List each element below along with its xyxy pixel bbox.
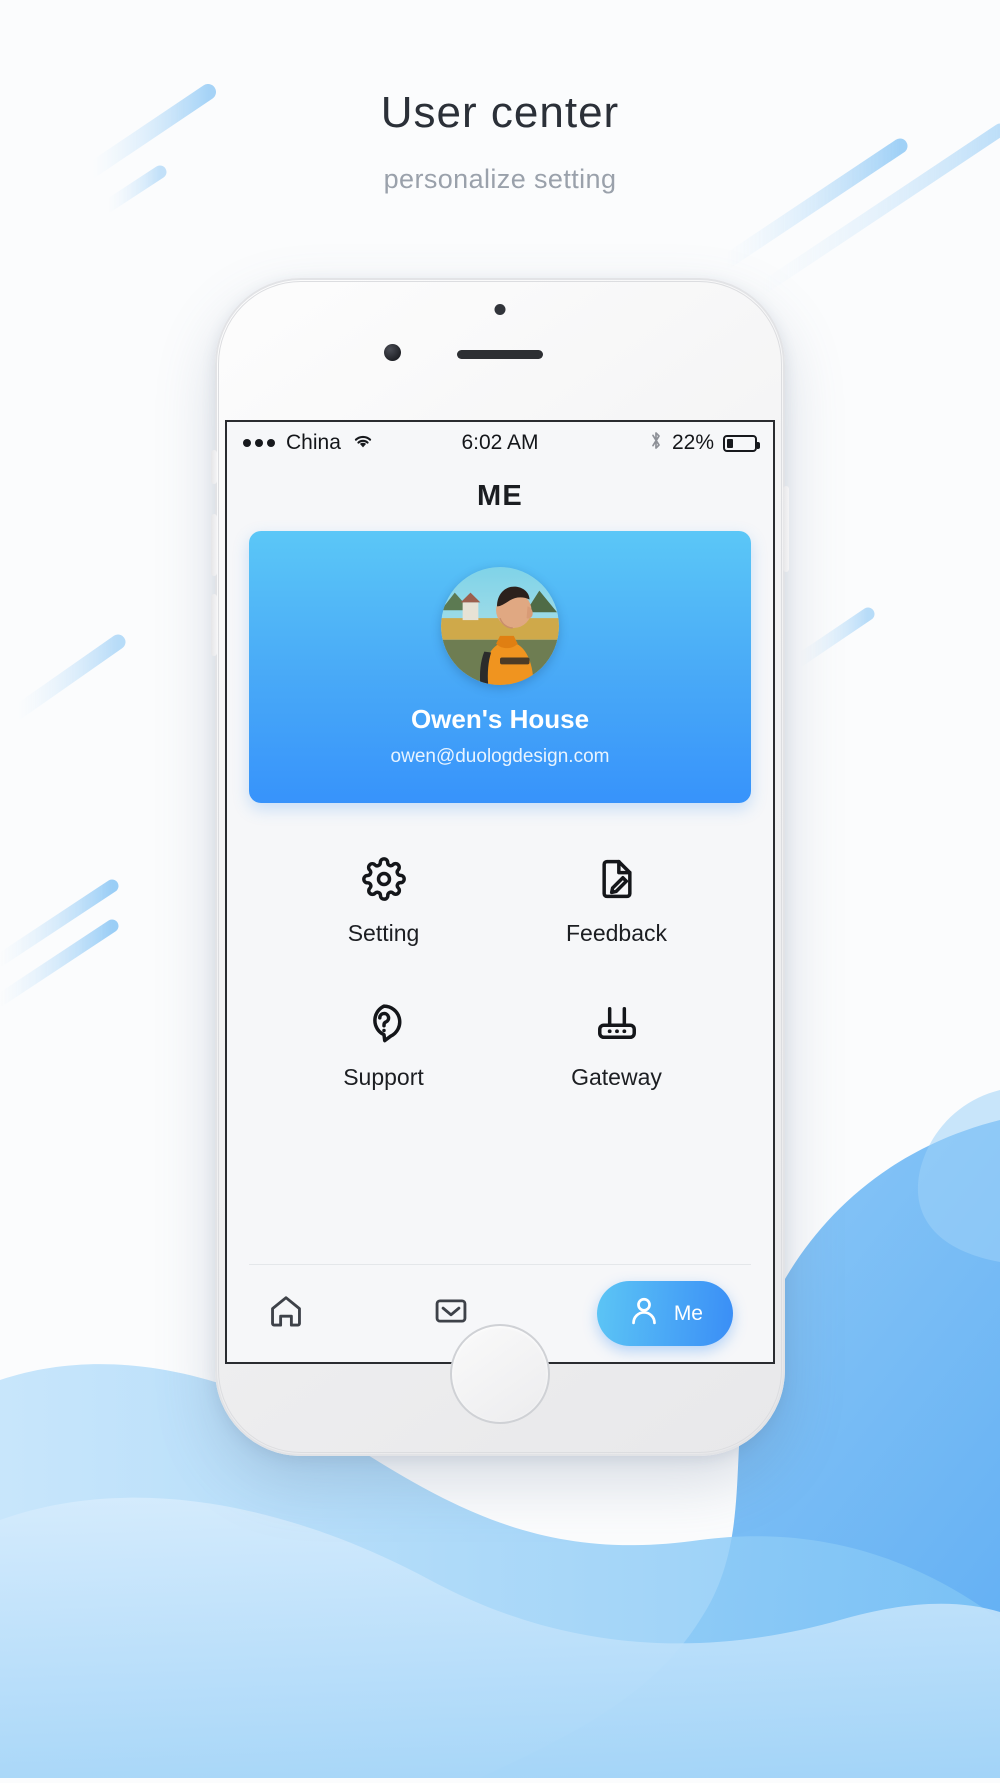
tab-me[interactable]: Me (596, 1281, 733, 1346)
page-subtitle: personalize setting (383, 164, 617, 194)
menu-label: Setting (347, 920, 420, 946)
home-button[interactable] (450, 1324, 550, 1424)
router-icon (593, 999, 641, 1047)
page-nav-title: ME (477, 480, 523, 512)
tab-home[interactable] (267, 1292, 305, 1335)
user-avatar-photo[interactable] (441, 566, 559, 685)
wifi-icon (352, 431, 374, 455)
page-title: User center (380, 88, 620, 137)
signal-dots-icon (243, 439, 275, 447)
phone-mockup: China 6:02 AM 22% ME Owen's House owen@d… (211, 278, 789, 1456)
phone-screen: China 6:02 AM 22% ME Owen's House owen@d… (225, 420, 775, 1364)
battery-icon (723, 434, 760, 452)
earpiece-speaker (457, 350, 543, 359)
home-icon (267, 1292, 305, 1335)
profile-card[interactable]: Owen's House owen@duologdesign.com (249, 531, 751, 803)
volume-down-button[interactable] (211, 594, 217, 656)
question-bubble-icon (360, 999, 408, 1047)
volume-up-button[interactable] (211, 514, 217, 576)
silent-switch-button[interactable] (211, 450, 217, 484)
document-pencil-icon (593, 855, 641, 903)
proximity-sensor (494, 304, 506, 315)
envelope-icon (432, 1292, 470, 1335)
page-header: User center personalize setting (0, 0, 1000, 195)
bluetooth-icon (649, 430, 663, 457)
front-camera-icon (384, 344, 401, 361)
menu-item-feedback[interactable]: Feedback (500, 855, 733, 947)
tab-message[interactable] (432, 1292, 470, 1335)
status-time: 6:02 AM (461, 431, 539, 454)
menu-item-setting[interactable]: Setting (267, 855, 500, 947)
power-button[interactable] (783, 486, 789, 572)
phone-body: China 6:02 AM 22% ME Owen's House owen@d… (211, 278, 789, 1456)
menu-item-support[interactable]: Support (267, 999, 500, 1091)
profile-email: owen@duologdesign.com (390, 745, 610, 767)
gear-icon (360, 855, 408, 903)
menu-label: Feedback (565, 920, 667, 946)
person-icon (627, 1294, 661, 1333)
status-bar: China 6:02 AM 22% (227, 422, 773, 464)
menu-label: Gateway (571, 1064, 662, 1090)
menu-item-gateway[interactable]: Gateway (500, 999, 733, 1091)
carrier-label: China (286, 431, 341, 454)
menu-grid: Setting Feedback Support Gateway (267, 855, 733, 1091)
tab-me-label: Me (673, 1301, 703, 1325)
battery-percent-label: 22% (671, 431, 714, 454)
menu-label: Support (343, 1064, 424, 1090)
profile-name: Owen's House (410, 703, 590, 734)
